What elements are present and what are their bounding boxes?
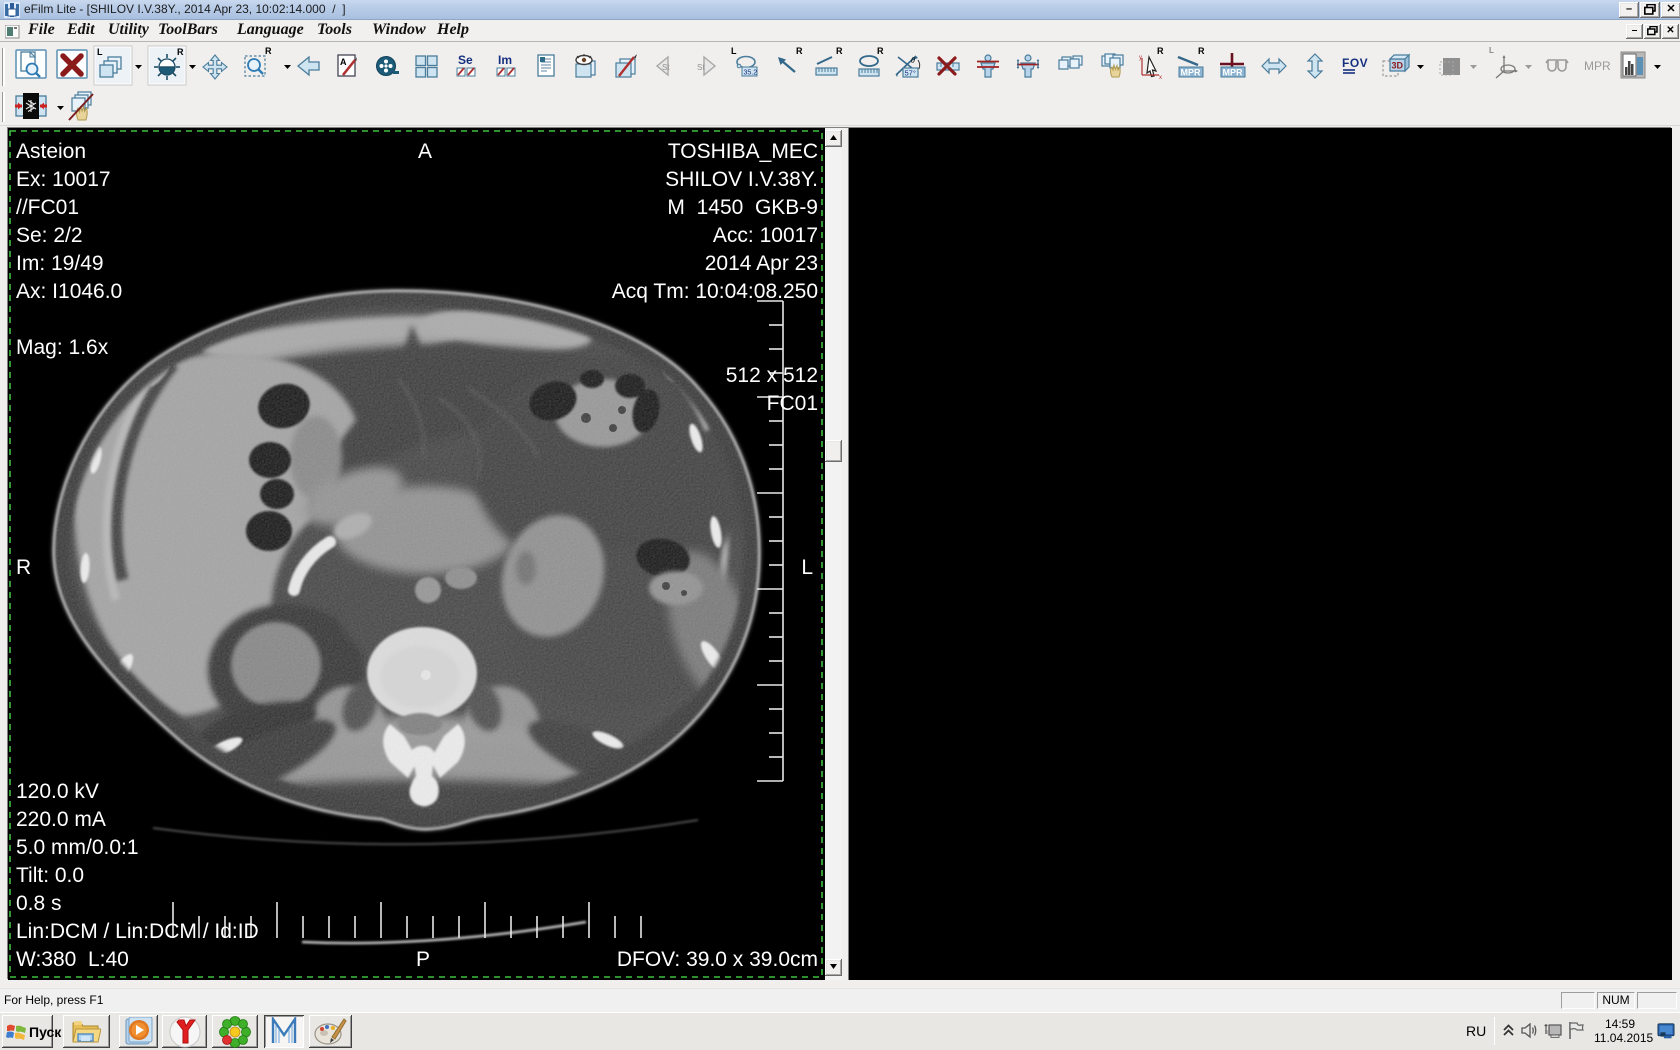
- svg-text:35.2: 35.2: [744, 70, 758, 77]
- svg-text:L: L: [97, 47, 103, 57]
- svg-text:R: R: [796, 46, 803, 56]
- svg-text:FOV: FOV: [1342, 56, 1368, 70]
- svg-text:R: R: [1157, 46, 1164, 56]
- svg-text:57°: 57°: [905, 69, 916, 78]
- svg-text:x: x: [1159, 75, 1162, 81]
- svg-text:St: St: [662, 63, 670, 72]
- svg-text:St: St: [697, 63, 705, 72]
- svg-text:MPR: MPR: [1223, 68, 1244, 78]
- svg-text:R: R: [177, 47, 184, 57]
- svg-text:R: R: [265, 46, 272, 56]
- svg-text:R: R: [836, 46, 843, 56]
- svg-text:MPR: MPR: [1584, 59, 1611, 73]
- svg-text:3D: 3D: [1392, 61, 1404, 71]
- svg-text:R: R: [877, 46, 884, 56]
- svg-text:A: A: [340, 57, 347, 67]
- svg-text:y: y: [1139, 55, 1142, 61]
- svg-text:Se: Se: [458, 53, 473, 67]
- svg-text:R: R: [1198, 46, 1205, 56]
- svg-text:θ: θ: [911, 56, 915, 65]
- svg-text:L: L: [1489, 46, 1494, 55]
- svg-text:MPR: MPR: [1181, 68, 1202, 78]
- svg-text:L: L: [731, 46, 737, 56]
- svg-text:Im: Im: [498, 53, 512, 67]
